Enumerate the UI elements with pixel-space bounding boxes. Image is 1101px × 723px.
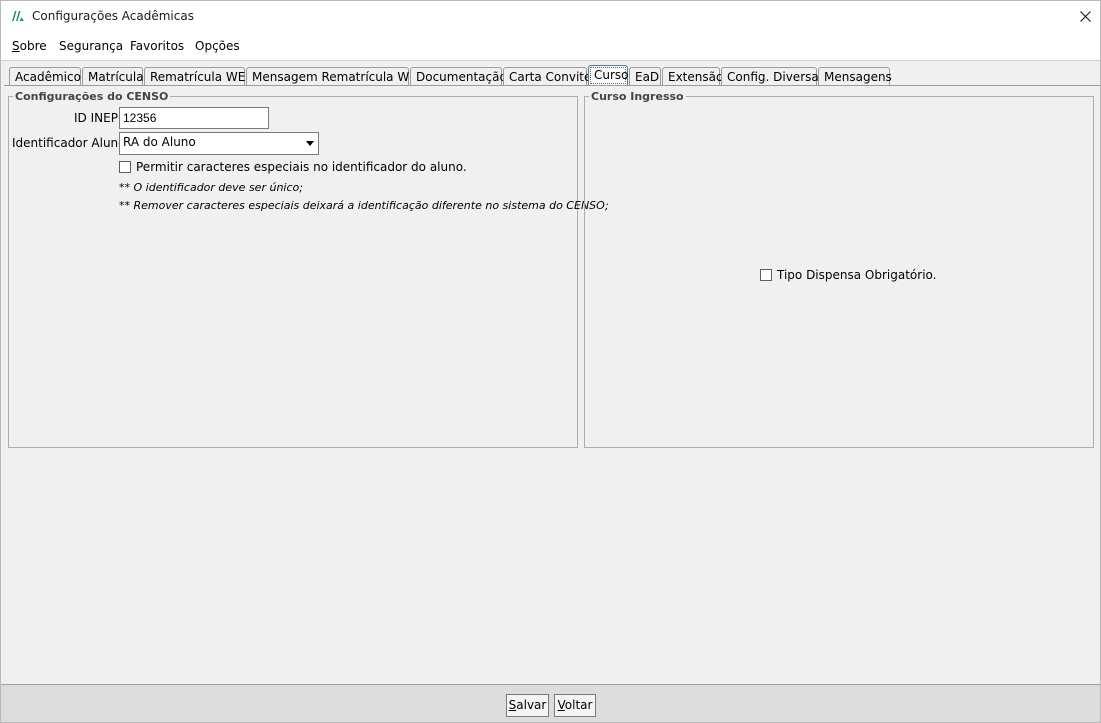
tab-documentacao[interactable]: Documentação [410, 67, 507, 85]
tab-config-diversas[interactable]: Config. Diversas [721, 67, 825, 85]
permitir-caracteres-label: Permitir caracteres especiais no identif… [136, 160, 467, 174]
identificador-aluno-label: Identificador Aluno: [12, 136, 130, 150]
footer-bar: Salvar Voltar [1, 684, 1100, 722]
note-identificador-unico: ** O identificador deve ser único; [119, 181, 303, 194]
dropdown-arrow-icon [306, 141, 314, 146]
menu-sobre[interactable]: Sobre [12, 39, 47, 53]
close-button[interactable] [1070, 1, 1100, 32]
identificador-aluno-value: RA do Aluno [123, 135, 196, 149]
main-window: Configurações Acadêmicas Sobre Segurança… [0, 0, 1101, 723]
menu-bar: Sobre Segurança Favoritos Opções [1, 32, 1100, 61]
close-icon [1079, 11, 1091, 22]
tipo-dispensa-checkbox[interactable] [760, 269, 772, 281]
tab-rematricula-web[interactable]: Rematrícula WEB [144, 67, 254, 85]
voltar-button[interactable]: Voltar [554, 694, 596, 717]
tipo-dispensa-label: Tipo Dispensa Obrigatório. [777, 268, 937, 282]
id-inep-input[interactable] [119, 107, 269, 129]
tab-ead[interactable]: EaD [629, 67, 661, 85]
title-bar: Configurações Acadêmicas [1, 1, 1100, 32]
tab-extensao[interactable]: Extensão [662, 67, 723, 85]
menu-favoritos[interactable]: Favoritos [130, 39, 184, 53]
tab-carta-convite[interactable]: Carta Convite [503, 67, 591, 85]
tab-curso[interactable]: Curso [588, 65, 629, 86]
window-title: Configurações Acadêmicas [32, 9, 194, 23]
permitir-caracteres-checkbox[interactable] [119, 161, 131, 173]
app-logo-icon [12, 11, 24, 21]
salvar-button[interactable]: Salvar [506, 694, 549, 717]
note-remover-caracteres: ** Remover caracteres especiais deixará … [119, 199, 609, 212]
censo-legend: Configurações do CENSO [13, 90, 171, 103]
id-inep-label: ID INEP: [74, 111, 122, 125]
menu-seguranca[interactable]: Segurança [59, 39, 123, 53]
tab-strip: Acadêmico Matrícula Rematrícula WEB Mens… [1, 64, 1100, 86]
curso-ingresso-legend: Curso Ingresso [589, 90, 686, 103]
tab-academico[interactable]: Acadêmico [9, 67, 81, 85]
identificador-aluno-select[interactable]: RA do Aluno [119, 132, 319, 155]
tab-mensagem-rematricula-web[interactable]: Mensagem Rematrícula WEB [246, 67, 425, 85]
tab-matricula[interactable]: Matrícula [82, 67, 144, 85]
tab-divider [4, 85, 1100, 86]
menu-opcoes[interactable]: Opções [195, 39, 240, 53]
tab-mensagens[interactable]: Mensagens [818, 67, 892, 85]
